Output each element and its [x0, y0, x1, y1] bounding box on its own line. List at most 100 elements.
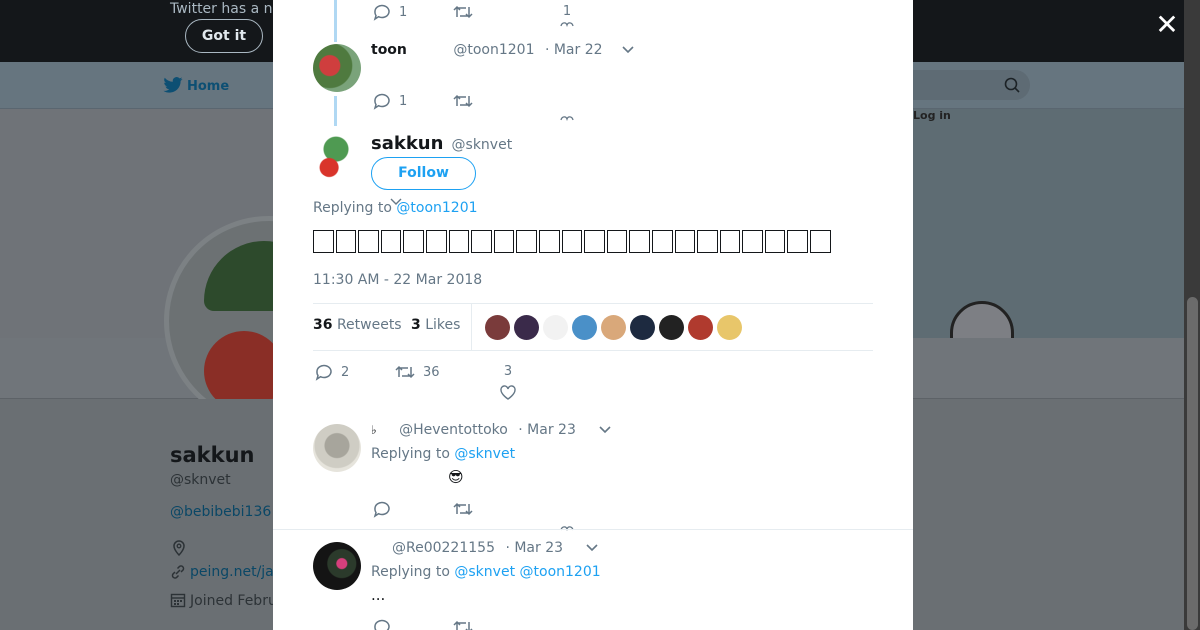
tweet-date[interactable]: · Mar 22 [545, 42, 603, 58]
liker-avatar[interactable] [601, 315, 626, 340]
display-name[interactable]: ♭ [371, 423, 377, 437]
missing-glyph [764, 230, 786, 253]
reply-icon [315, 364, 332, 381]
missing-glyph [358, 230, 379, 253]
heart-icon [560, 22, 574, 27]
liker-avatar[interactable] [717, 315, 742, 340]
chevron-down-icon[interactable] [621, 45, 635, 54]
liker-avatar[interactable] [572, 315, 597, 340]
liker-avatar[interactable] [485, 315, 510, 340]
nav-home[interactable]: Home [163, 77, 229, 94]
profile-website[interactable]: peing.net/ja [170, 564, 274, 580]
like-action[interactable] [560, 115, 582, 121]
link-icon [171, 565, 185, 579]
retweets-number: 36 [313, 317, 333, 333]
heart-icon [500, 385, 516, 400]
author-display-name[interactable]: sakkun [371, 133, 443, 154]
reply-icon [373, 501, 390, 518]
cover-login-text: Log in [913, 109, 951, 122]
missing-glyph [313, 230, 334, 253]
replying-to-link[interactable]: @sknvet [454, 564, 515, 580]
search-box[interactable] [913, 70, 1030, 100]
retweet-icon [395, 365, 415, 379]
tweet-actions [373, 501, 613, 531]
profile-name: sakkun [170, 443, 255, 467]
retweet-action[interactable] [453, 619, 473, 630]
profile-website-label: peing.net/ja [190, 564, 274, 580]
retweet-icon [453, 620, 473, 630]
profile-joined: Joined Febru [170, 592, 277, 609]
like-action[interactable]: 1 [560, 4, 574, 27]
profile-handle: @sknvet [170, 472, 231, 488]
reply-icon [374, 619, 390, 630]
got-it-button[interactable]: Got it [185, 19, 263, 53]
follow-button[interactable]: Follow [371, 157, 476, 190]
missing-glyph [425, 230, 447, 253]
reply-action[interactable] [373, 501, 391, 518]
replying-prefix: Replying to [371, 446, 450, 462]
missing-glyph [448, 230, 470, 253]
tweet-text: 😎 [448, 468, 464, 486]
reply-action[interactable]: 1 [373, 4, 407, 21]
liker-avatar[interactable] [688, 315, 713, 340]
scrollbar-thumb[interactable] [1187, 297, 1198, 630]
missing-glyph [787, 230, 809, 253]
retweets-stat[interactable]: 36 Retweets [313, 317, 402, 333]
missing-glyph [403, 230, 424, 253]
liker-avatar[interactable] [514, 315, 539, 340]
user-handle[interactable]: @toon1201 [453, 42, 534, 58]
page-scrollbar[interactable] [1184, 0, 1200, 630]
tweet-actions: 1 1 [373, 4, 613, 27]
tweet-date[interactable]: · Mar 23 [518, 422, 576, 438]
reply-action[interactable]: 2 [315, 364, 349, 381]
chevron-down-icon[interactable] [598, 425, 612, 434]
replying-to: Replying to @sknvet @toon1201 [371, 564, 601, 580]
tweet-timestamp[interactable]: 11:30 AM - 22 Mar 2018 [313, 272, 482, 288]
liker-avatar[interactable] [630, 315, 655, 340]
missing-glyph [629, 230, 650, 253]
missing-glyph [810, 230, 831, 253]
like-count: 3 [503, 364, 513, 379]
liker-avatars [485, 315, 742, 340]
tweet-date[interactable]: · Mar 23 [505, 540, 563, 556]
retweet-action[interactable] [453, 501, 473, 517]
replying-to: Replying to @toon1201 [313, 200, 478, 216]
reply-action[interactable]: 1 [373, 93, 407, 110]
replying-to-link[interactable]: @toon1201 [520, 564, 601, 580]
tweet-actions [373, 619, 613, 630]
chevron-down-icon[interactable] [585, 543, 599, 552]
author-handle[interactable]: @sknvet [452, 137, 513, 153]
replying-to-link[interactable]: @sknvet [454, 446, 515, 462]
thread-line-mid [334, 96, 337, 126]
search-icon [1004, 77, 1020, 93]
close-modal-button[interactable]: ✕ [1154, 11, 1180, 39]
reply-icon [373, 4, 390, 21]
bird-logo-icon [163, 77, 183, 93]
avatar[interactable] [313, 424, 361, 472]
author-name-row: sakkun @sknvet [371, 133, 512, 154]
like-action[interactable] [560, 525, 574, 531]
display-name[interactable]: toon [371, 42, 407, 58]
retweet-action[interactable] [453, 4, 481, 20]
liker-avatar[interactable] [659, 315, 684, 340]
user-handle[interactable]: @Re00221155 [392, 540, 495, 556]
tweet-text [313, 227, 833, 258]
avatar[interactable] [313, 44, 361, 92]
likes-stat[interactable]: 3 Likes [411, 317, 460, 333]
reply-count: 2 [341, 365, 350, 380]
profile-joined-label: Joined Febru [190, 593, 277, 609]
likes-number: 3 [411, 317, 421, 333]
like-action[interactable]: 3 [500, 364, 516, 400]
missing-glyph [651, 230, 673, 253]
retweet-action[interactable] [453, 93, 481, 109]
retweet-count: 36 [423, 364, 440, 380]
retweet-action[interactable]: 36 [395, 364, 440, 380]
avatar[interactable] [313, 542, 361, 590]
replying-to-link[interactable]: @toon1201 [396, 200, 477, 216]
profile-bio-link[interactable]: @bebibebi136 [170, 504, 271, 520]
author-avatar[interactable] [313, 133, 359, 179]
user-handle[interactable]: @Heventottoko [399, 422, 508, 438]
replying-prefix: Replying to [313, 200, 392, 216]
reply-action[interactable] [373, 619, 391, 630]
liker-avatar[interactable] [543, 315, 568, 340]
